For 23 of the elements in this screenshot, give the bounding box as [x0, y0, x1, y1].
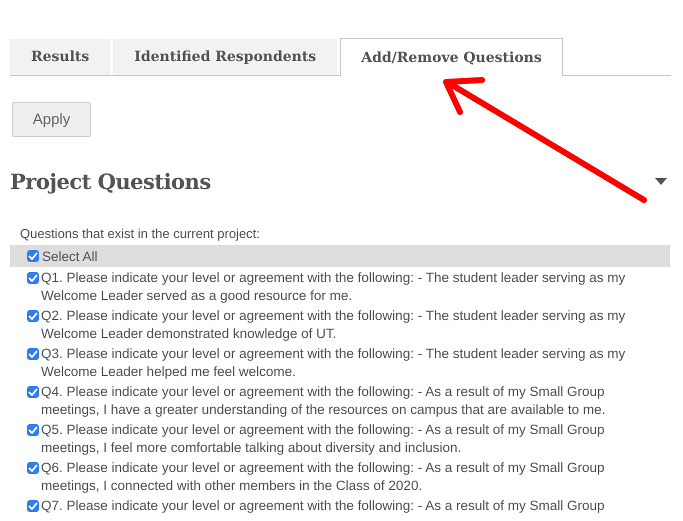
caret-icon[interactable] — [655, 178, 667, 185]
question-text: Q5. Please indicate your level or agreement with the following: - As a result of my Small Group meetings, I feel more comfortable talking about diversity and inclusion. — [41, 421, 606, 457]
question-text: Q2. Please indicate your level or agreement with the following: - The student leader serving as my Welcome Leader demonstrated knowledge of UT. — [41, 307, 626, 343]
tab[interactable]: Identified Respondents — [113, 39, 338, 75]
checkbox[interactable] — [27, 500, 39, 512]
question-text: Q1. Please indicate your level or agreement with the following: - The student leader serving as my Welcome Leader served as a good resource for me. — [41, 269, 626, 305]
select-all-label: Select All — [42, 248, 98, 264]
checkbox[interactable] — [27, 462, 39, 474]
question-text: Q4. Please indicate your level or agreement with the following: - As a result of my Small Group meetings, I have a greater understanding of the resources on campus that are available to me. — [41, 383, 606, 419]
question-text: Q3. Please indicate your level or agreement with the following: - The student leader serving as my Welcome Leader helped me feel welcome. — [41, 345, 626, 381]
checkbox[interactable] — [27, 272, 39, 284]
checkbox[interactable] — [27, 386, 39, 398]
section-title: Project Questions — [10, 169, 211, 194]
checkbox[interactable] — [27, 424, 39, 436]
question-text: Q7. Please indicate your level or agreement with the following: - As a result of my Small Group — [41, 497, 606, 515]
question-text: Q6. Please indicate your level or agreement with the following: - As a result of my Small Group meetings, I connected with other members in the Class of 2020. — [41, 459, 606, 495]
checkbox[interactable] — [27, 310, 39, 322]
tab[interactable]: Add/Remove Questions — [340, 38, 563, 76]
tab[interactable]: Results — [10, 39, 110, 75]
list-label: Questions that exist in the current project: — [20, 226, 261, 241]
checkbox[interactable] — [27, 250, 39, 262]
checkbox[interactable] — [27, 348, 39, 360]
apply-button[interactable]: Apply — [12, 102, 91, 137]
